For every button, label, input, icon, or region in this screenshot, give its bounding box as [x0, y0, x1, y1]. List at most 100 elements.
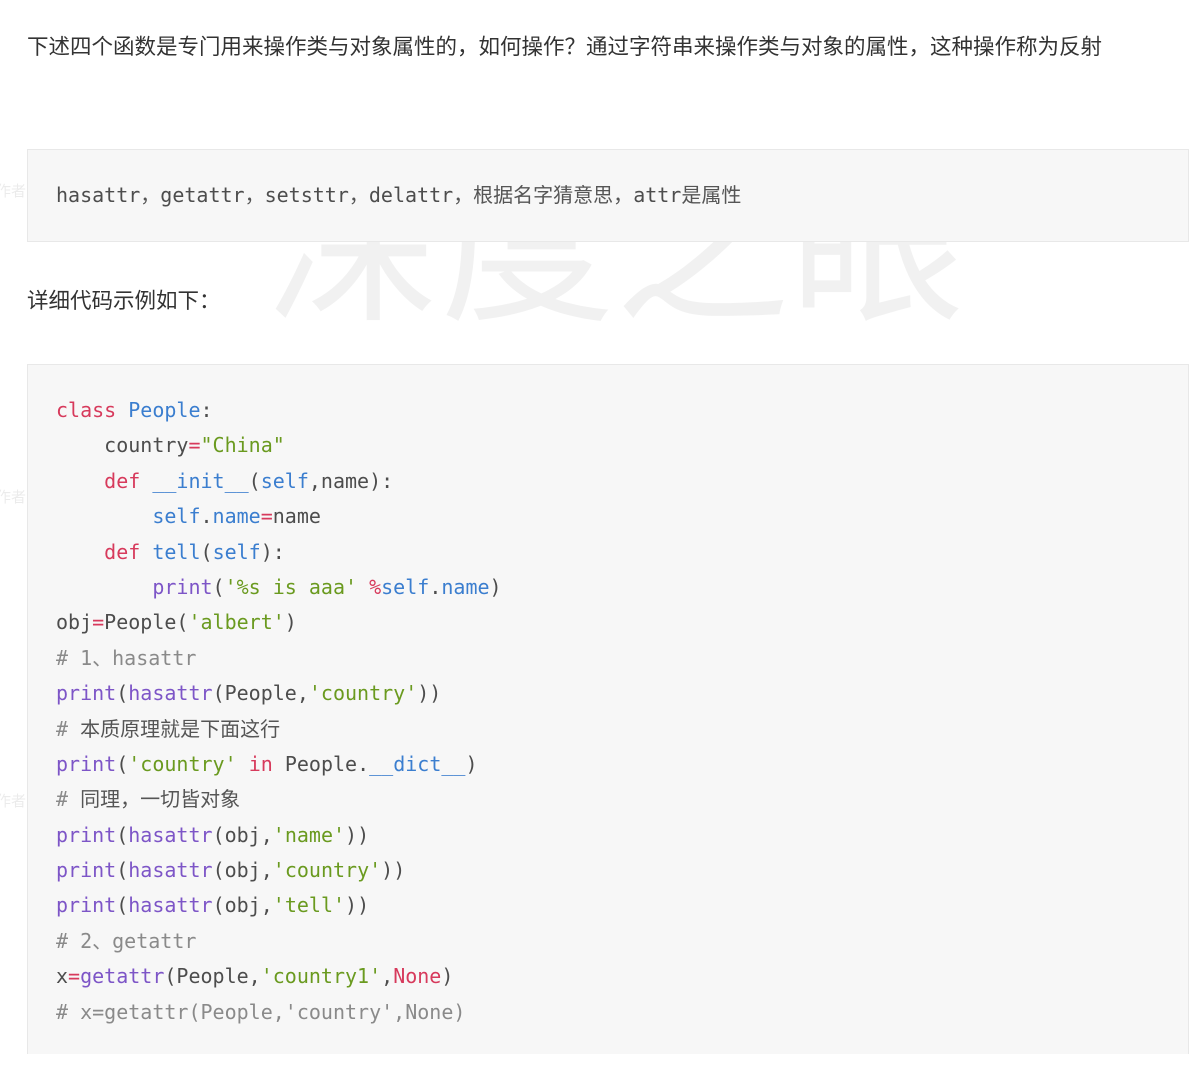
code-token-keyword: def: [104, 539, 141, 564]
code-token-plain: (People,: [212, 681, 309, 706]
code-token-cjk: ，: [348, 183, 369, 207]
code-token-plain: )): [381, 858, 406, 883]
side-watermark: 作者: [0, 182, 27, 200]
code-token-plain: (obj,: [212, 822, 273, 847]
code-token-builtin: hasattr: [128, 822, 213, 847]
code-token-comment: # 1、hasattr: [56, 645, 197, 670]
code-token-builtin: hasattr: [128, 893, 213, 918]
detail-paragraph: 详细代码示例如下：: [27, 289, 221, 314]
intro-paragraph: 下述四个函数是专门用来操作类与对象属性的，如何操作？通过字符串来操作类与对象的属…: [27, 35, 1103, 60]
code-token-builtin: print: [56, 751, 117, 776]
code-token-plain: (: [200, 539, 213, 564]
code-token-plain: (: [116, 681, 129, 706]
code-token-self: self: [152, 504, 201, 529]
code-token-plain: .: [429, 574, 442, 599]
code-token-operator: =: [68, 964, 81, 989]
code-token-plain: ,name):: [308, 468, 394, 493]
code-line: x=getattr(People,'country1',None): [56, 959, 502, 994]
functions-code-block: hasattr，getattr，setsttr，delattr，根据名字猜意思，…: [27, 149, 1189, 242]
code-line: print('country' in People.__dict__): [56, 747, 502, 782]
code-token-plain: (: [116, 893, 129, 918]
code-line: # 同理，一切皆对象: [56, 782, 502, 817]
code-token-plain: country: [56, 433, 189, 458]
code-token-plain: People(: [104, 610, 189, 635]
code-token-plain: ): [284, 610, 297, 635]
code-token-plain: (obj,: [212, 893, 273, 918]
code-token-plain: (: [212, 574, 225, 599]
code-token-operator: %: [369, 574, 382, 599]
code-token-comment: #: [56, 787, 81, 812]
code-token-plain: (: [116, 822, 129, 847]
code-token-classname: People: [128, 398, 201, 422]
code-token-plain: (: [248, 468, 261, 493]
code-token-cjk: ，: [244, 183, 265, 207]
code-token-comment: # x=getattr(People,'country',None): [56, 999, 466, 1024]
code-token-builtin: hasattr: [128, 681, 213, 706]
code-token-plain: obj: [56, 610, 93, 635]
code-token-attr: name: [212, 504, 261, 529]
code-line: def tell(self):: [56, 535, 502, 570]
code-token-plain: ): [441, 964, 454, 989]
code-token-plain: x: [56, 964, 69, 989]
code-line: country="China": [56, 428, 502, 463]
code-token-plain: People.: [272, 751, 370, 776]
code-token-plain: ): [489, 574, 502, 599]
side-watermark: 作者: [0, 488, 27, 506]
code-token-string: 'country': [308, 681, 418, 706]
code-token-string: 'country': [128, 751, 237, 776]
code-token-plain: attr: [633, 183, 682, 207]
code-token-string: 'albert': [188, 610, 285, 635]
code-line: print(hasattr(obj,'tell')): [56, 888, 502, 923]
code-line: print('%s is aaa' %self.name): [56, 570, 502, 605]
code-line: obj=People('albert'): [56, 605, 502, 640]
code-token-cjk: 本质原理就是下面这行: [80, 716, 281, 741]
code-token-builtin: print: [56, 681, 117, 706]
code-token-plain: setsttr: [264, 183, 349, 207]
code-token-builtin: hasattr: [128, 858, 213, 883]
code-token-magic: __init__: [152, 468, 249, 493]
code-token-builtin: getattr: [80, 964, 165, 989]
code-token-keyword: def: [104, 468, 141, 493]
code-content: class People: country="China" def __init…: [56, 393, 502, 1030]
code-line: print(hasattr(obj,'country')): [56, 853, 502, 888]
code-line: # 2、getattr: [56, 924, 502, 959]
code-token-plain: getattr: [160, 183, 245, 207]
code-line: # 本质原理就是下面这行: [56, 712, 502, 747]
code-line: self.name=name: [56, 499, 502, 534]
code-token-builtin: print: [152, 574, 213, 599]
code-token-plain: ): [465, 751, 478, 776]
code-token-plain: (: [116, 858, 129, 883]
code-content: hasattr，getattr，setsttr，delattr，根据名字猜意思，…: [56, 178, 741, 213]
code-token-comment: # 2、getattr: [56, 928, 197, 953]
code-token-plain: ,: [381, 964, 394, 989]
code-token-self: self: [381, 574, 430, 599]
code-token-plain: (People,: [164, 964, 261, 989]
code-token-plain: .: [200, 504, 213, 529]
code-token-plain: )): [345, 822, 370, 847]
code-token-string: 'tell': [272, 893, 346, 918]
code-token-comment: #: [56, 716, 81, 741]
code-token-self: self: [260, 468, 309, 493]
code-token-self: self: [212, 539, 261, 564]
code-token-constant: None: [393, 964, 442, 989]
example-code-block: class People: country="China" def __init…: [27, 364, 1189, 1054]
code-token-keyword: class: [56, 398, 117, 422]
code-line: hasattr，getattr，setsttr，delattr，根据名字猜意思，…: [56, 178, 741, 213]
code-token-builtin: print: [56, 893, 117, 918]
code-token-plain: delattr: [368, 183, 454, 207]
code-token-plain: hasattr: [56, 183, 141, 207]
code-line: def __init__(self,name):: [56, 464, 502, 499]
code-line: # 1、hasattr: [56, 641, 502, 676]
code-token-attr: name: [441, 574, 490, 599]
code-line: print(hasattr(obj,'name')): [56, 818, 502, 853]
code-line: class People:: [56, 393, 502, 428]
code-token-operator: =: [260, 504, 273, 529]
